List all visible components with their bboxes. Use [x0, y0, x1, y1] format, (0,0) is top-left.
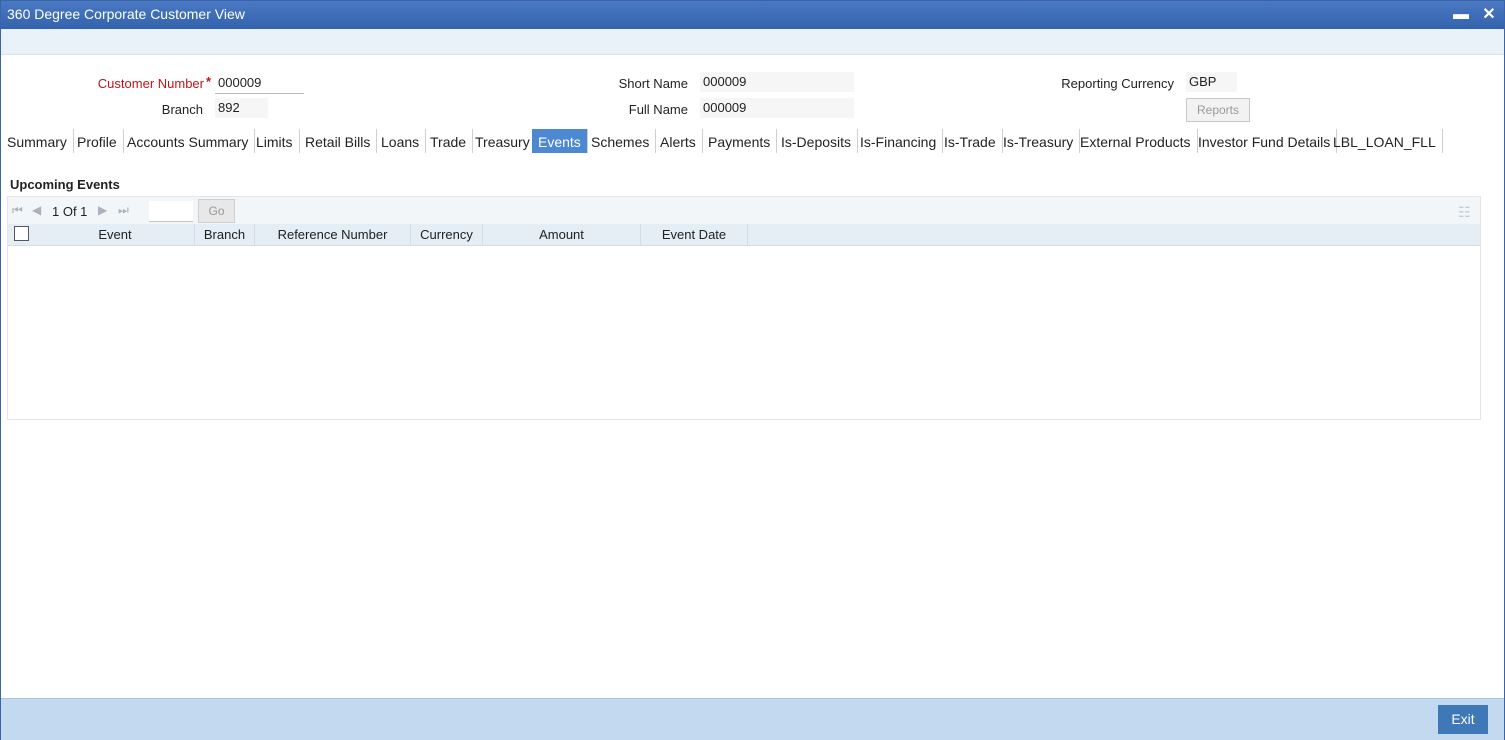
grid-settings-icon[interactable]: ☷ [1458, 204, 1471, 221]
tab-schemes[interactable]: Schemes [585, 129, 657, 153]
footer-bar: Exit [1, 698, 1504, 740]
section-title: Upcoming Events [10, 177, 120, 192]
short-name-label: Short Name [618, 76, 688, 91]
branch-field[interactable]: 892 [215, 98, 268, 118]
tab-bar: Summary Profile Accounts Summary Limits … [1, 129, 1504, 155]
minimize-icon[interactable]: ▬ [1451, 4, 1471, 26]
pager: ⏮ ◀ 1 Of 1 ▶ ⏭ Go ☷ [8, 197, 1480, 225]
select-all-checkbox[interactable] [14, 226, 29, 241]
tab-trade[interactable]: Trade [424, 129, 474, 153]
tab-investor-fund-details[interactable]: Investor Fund Details [1192, 129, 1338, 153]
column-amount[interactable]: Amount [483, 224, 641, 245]
reporting-currency-label: Reporting Currency [1061, 76, 1174, 91]
customer-number-field[interactable]: 000009 [215, 73, 304, 94]
tab-alerts[interactable]: Alerts [654, 129, 703, 153]
first-page-icon[interactable]: ⏮ [12, 203, 23, 218]
events-grid: ⏮ ◀ 1 Of 1 ▶ ⏭ Go ☷ Event Branch Referen… [7, 196, 1481, 420]
prev-page-icon[interactable]: ◀ [32, 203, 41, 217]
next-page-icon[interactable]: ▶ [98, 203, 107, 217]
tab-treasury[interactable]: Treasury [469, 129, 537, 153]
toolbar-strip [1, 29, 1504, 55]
column-event-date[interactable]: Event Date [641, 224, 748, 245]
tab-retail-bills[interactable]: Retail Bills [299, 129, 378, 153]
close-icon[interactable]: ✕ [1479, 4, 1499, 26]
tab-lbl-loan-fll[interactable]: LBL_LOAN_FLL [1327, 129, 1443, 153]
column-event[interactable]: Event [36, 224, 195, 245]
exit-button[interactable]: Exit [1438, 705, 1488, 734]
tab-external-products[interactable]: External Products [1074, 129, 1198, 153]
column-currency[interactable]: Currency [411, 224, 483, 245]
go-button[interactable]: Go [198, 199, 235, 223]
tab-events[interactable]: Events [532, 129, 588, 153]
tab-limits[interactable]: Limits [250, 129, 300, 153]
page-indicator: 1 Of 1 [52, 204, 88, 219]
full-name-field[interactable]: 000009 [700, 98, 854, 118]
required-mark: * [206, 74, 212, 89]
window-title: 360 Degree Corporate Customer View [7, 6, 245, 22]
title-bar: 360 Degree Corporate Customer View ▬ ✕ [1, 1, 1504, 29]
tab-profile[interactable]: Profile [71, 129, 124, 153]
tab-loans[interactable]: Loans [375, 129, 427, 153]
page-number-input[interactable] [149, 201, 193, 222]
main-window: 360 Degree Corporate Customer View ▬ ✕ C… [0, 0, 1505, 740]
reports-button[interactable]: Reports [1186, 98, 1250, 122]
tab-is-financing[interactable]: Is-Financing [854, 129, 944, 153]
short-name-field[interactable]: 000009 [700, 72, 854, 92]
tab-is-treasury[interactable]: Is-Treasury [997, 129, 1081, 153]
last-page-icon[interactable]: ⏭ [118, 203, 129, 218]
table-header: Event Branch Reference Number Currency A… [8, 224, 1480, 246]
branch-label: Branch [161, 102, 203, 117]
column-branch[interactable]: Branch [195, 224, 255, 245]
tab-payments[interactable]: Payments [702, 129, 778, 153]
tab-summary[interactable]: Summary [1, 129, 74, 153]
tab-is-deposits[interactable]: Is-Deposits [775, 129, 859, 153]
customer-number-label: Customer Number [97, 76, 204, 91]
column-reference-number[interactable]: Reference Number [255, 224, 411, 245]
tab-accounts-summary[interactable]: Accounts Summary [121, 129, 256, 153]
tab-is-trade[interactable]: Is-Trade [938, 129, 1003, 153]
full-name-label: Full Name [628, 102, 688, 117]
reporting-currency-field[interactable]: GBP [1186, 72, 1237, 92]
